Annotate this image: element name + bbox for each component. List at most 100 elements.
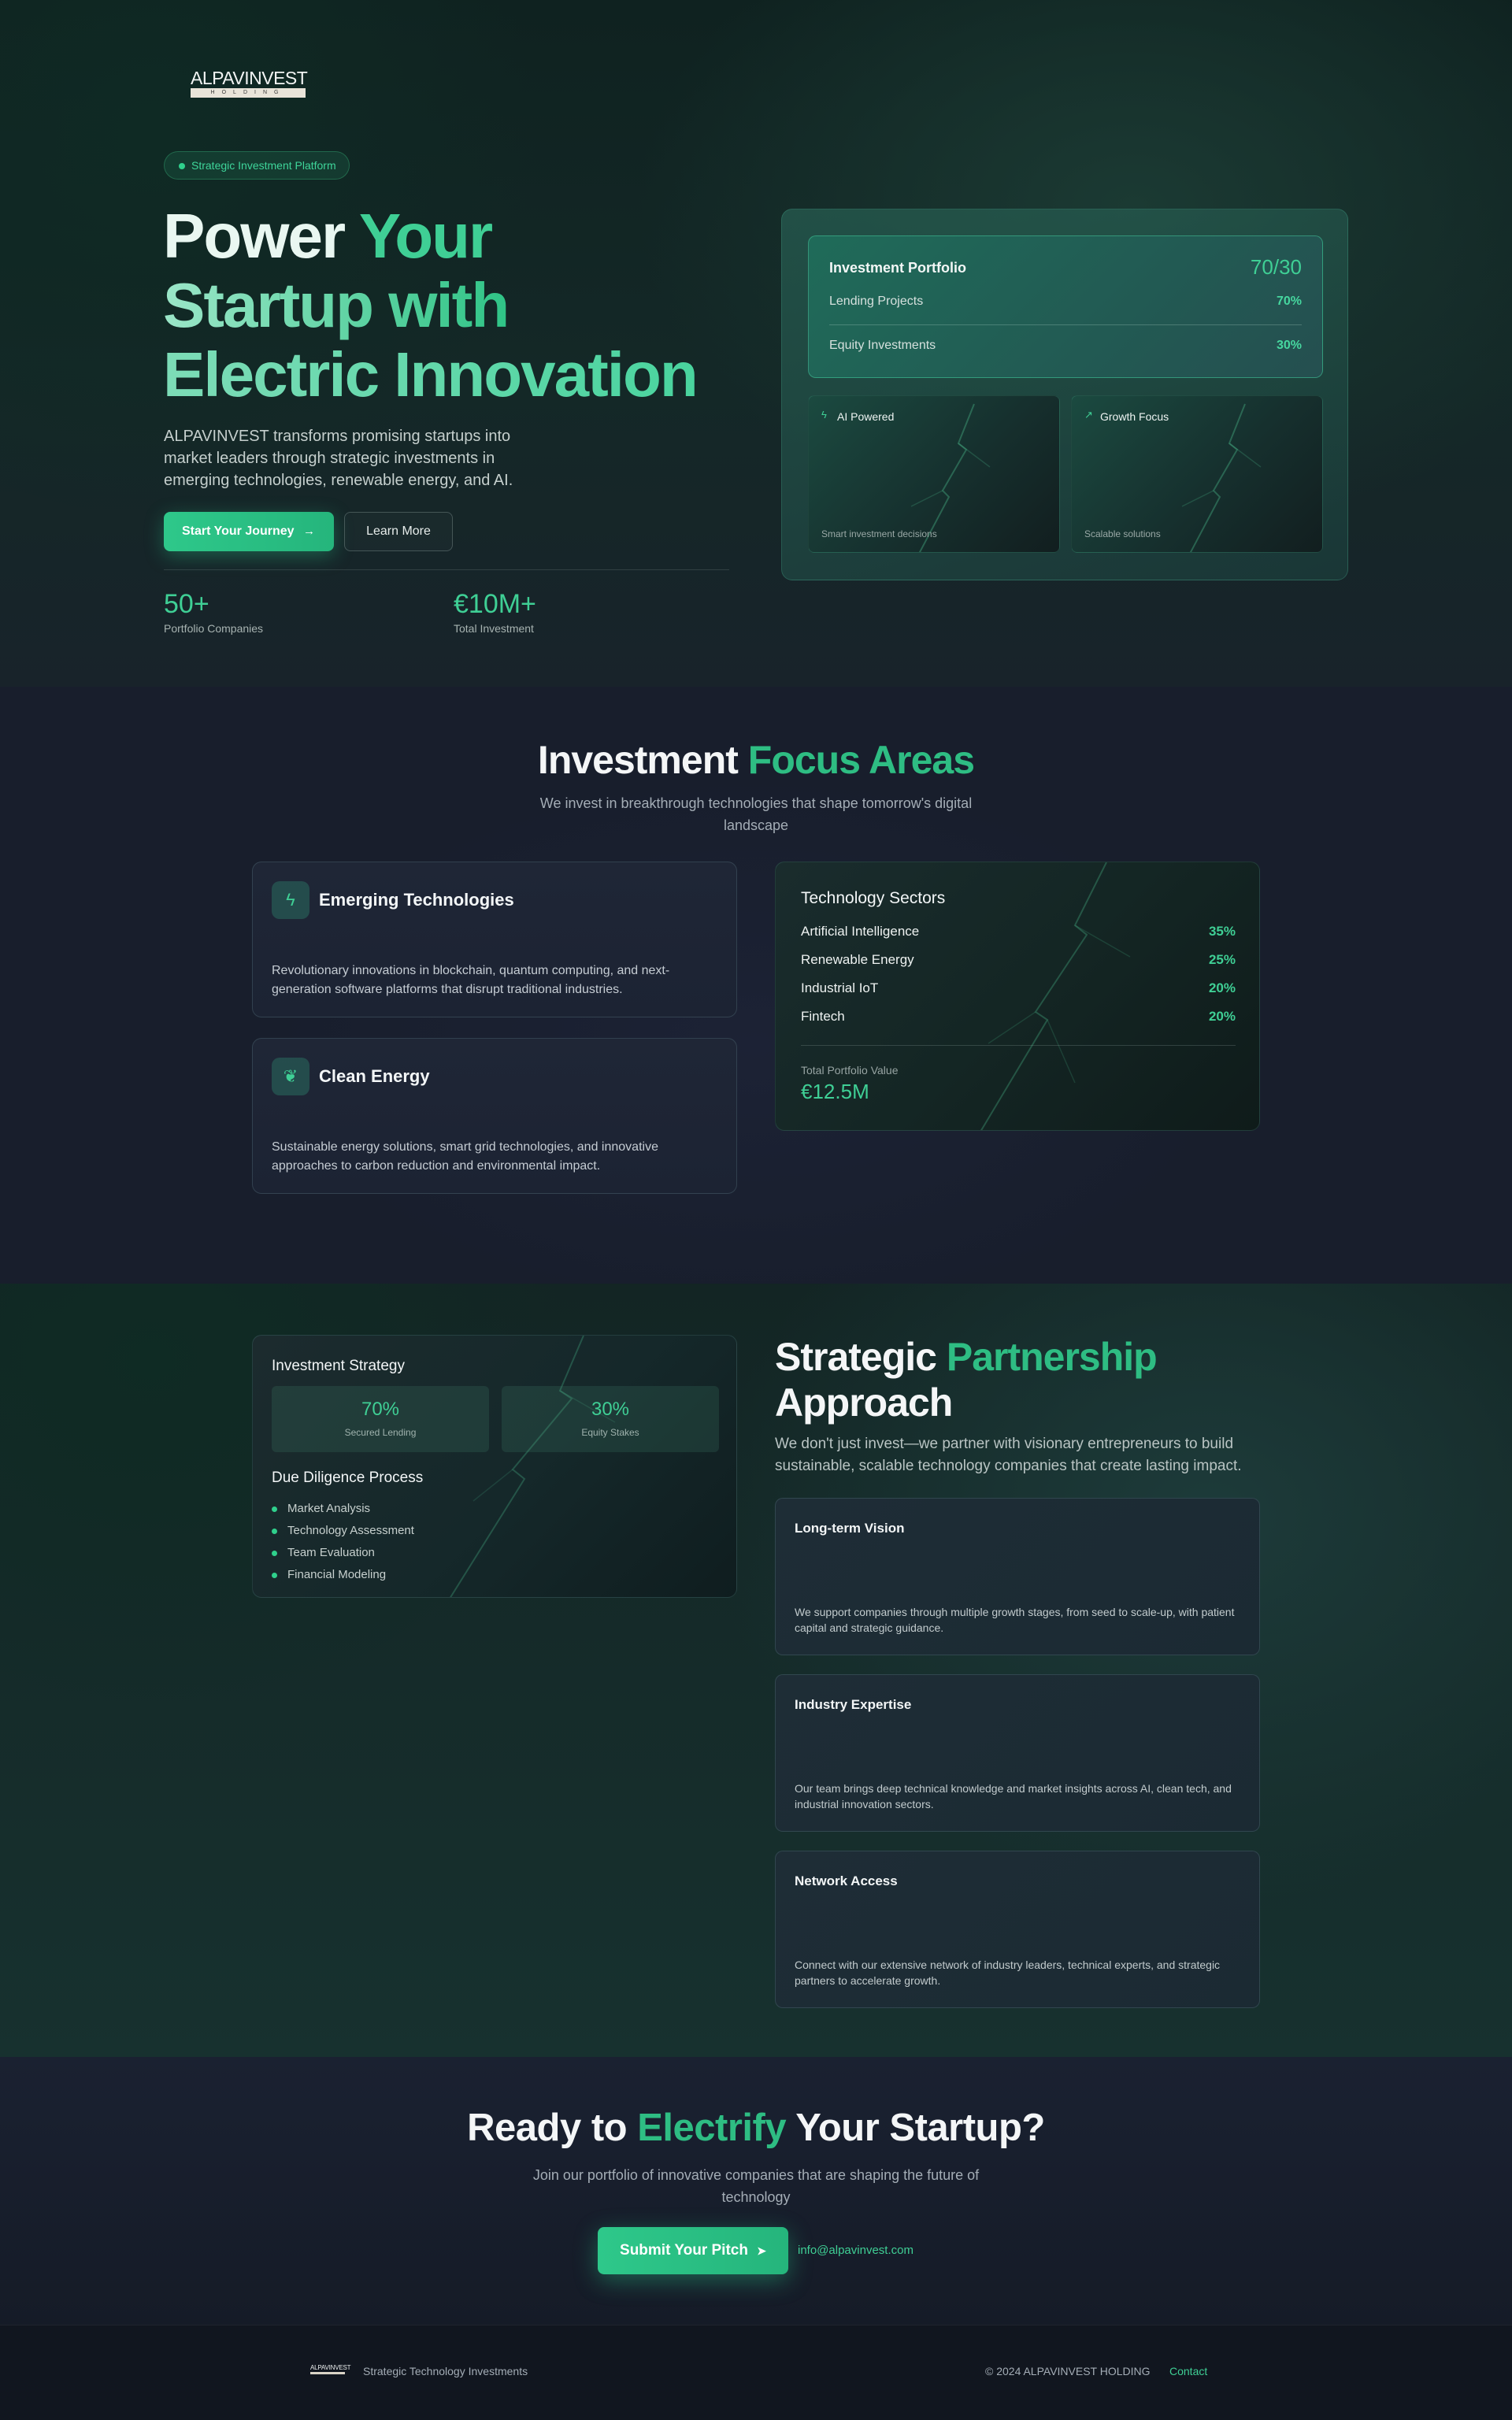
- sectors-divider: [801, 1045, 1236, 1046]
- arrow-right-icon: →: [303, 524, 315, 538]
- card-description: We support companies through multiple gr…: [795, 1606, 1235, 1634]
- start-journey-button[interactable]: Start Your Journey →: [164, 512, 334, 551]
- portfolio-row-equity: Equity Investments 30%: [829, 339, 1302, 358]
- card-title: Network Access: [795, 1873, 898, 1888]
- send-icon: ➤: [757, 2244, 766, 2257]
- partnership-title-highlight: Partnership: [946, 1335, 1158, 1379]
- hero-title: Power Your Startup with Electric Innovat…: [163, 202, 730, 410]
- portfolio-divider: [829, 324, 1302, 325]
- start-journey-label: Start Your Journey: [182, 524, 295, 538]
- sector-row: Fintech 20%: [801, 1009, 1236, 1028]
- stat-portfolio-companies: 50+ Portfolio Companies: [164, 589, 263, 635]
- investment-strategy-card: Investment Strategy 70% Secured Lending …: [252, 1335, 737, 1598]
- portfolio-row-label: Lending Projects: [829, 295, 924, 308]
- sector-row: Renewable Energy 25%: [801, 952, 1236, 971]
- tile-title: AI Powered: [837, 410, 895, 423]
- hero-title-part: Power: [163, 201, 359, 271]
- strategy-label: Secured Lending: [344, 1427, 417, 1438]
- trending-up-icon: ↗: [1084, 409, 1093, 421]
- partnership-description: We don't just invest—we partner with vis…: [775, 1436, 1242, 1474]
- due-diligence-title: Due Diligence Process: [272, 1469, 424, 1486]
- total-value-label: Total Portfolio Value: [801, 1064, 899, 1077]
- portfolio-row-value: 70%: [1276, 295, 1302, 308]
- logo-wordmark: ALPAVINVEST: [191, 68, 308, 88]
- hero-description: ALPAVINVEST transforms promising startup…: [164, 428, 513, 489]
- portfolio-title: Investment Portfolio: [829, 260, 967, 276]
- focus-title-highlight: Focus Areas: [747, 738, 975, 782]
- stat-total-investment: €10M+ Total Investment: [454, 589, 536, 635]
- footer: ALPAVINVEST Strategic Technology Investm…: [0, 2325, 1512, 2420]
- strategy-title: Investment Strategy: [272, 1358, 405, 1374]
- footer-logo-wordmark: ALPAVINVEST: [310, 2364, 351, 2371]
- list-item-label: Team Evaluation: [287, 1546, 375, 1559]
- growth-focus-tile: ↗ Growth Focus Scalable solutions: [1071, 395, 1323, 553]
- technology-sectors-card: Technology Sectors Artificial Intelligen…: [775, 862, 1260, 1131]
- strategy-label: Equity Stakes: [581, 1427, 639, 1438]
- cta-title-highlight: Electrify: [637, 2107, 787, 2149]
- tile-subtitle: Scalable solutions: [1084, 528, 1161, 539]
- tile-title: Growth Focus: [1100, 410, 1169, 423]
- emerging-technologies-card: ϟ Emerging Technologies Revolutionary in…: [252, 862, 737, 1017]
- long-term-vision-card: Long-term Vision We support companies th…: [775, 1498, 1260, 1655]
- badge-dot-icon: [179, 163, 185, 169]
- list-item-label: Market Analysis: [287, 1502, 371, 1515]
- network-access-card: Network Access Connect with our extensiv…: [775, 1851, 1260, 2008]
- focus-title: Investment Focus Areas: [0, 737, 1512, 783]
- leaf-icon: ❦: [272, 1058, 309, 1095]
- sector-row: Artificial Intelligence 35%: [801, 924, 1236, 943]
- list-item-label: Financial Modeling: [287, 1568, 387, 1581]
- card-description: Revolutionary innovations in blockchain,…: [272, 964, 670, 996]
- secured-lending-box: 70% Secured Lending: [272, 1386, 489, 1452]
- list-item-label: Technology Assessment: [287, 1524, 414, 1537]
- footer-copyright: © 2024 ALPAVINVEST HOLDING: [985, 2365, 1151, 2377]
- strategy-value: 70%: [361, 1399, 400, 1420]
- stat-value: €10M+: [454, 589, 536, 619]
- sector-label: Industrial IoT: [801, 980, 879, 995]
- cta-title: Ready to Electrify Your Startup?: [0, 2106, 1512, 2150]
- focus-areas-section: Investment Focus Areas We invest in brea…: [0, 687, 1512, 1284]
- ai-powered-tile: ϟ AI Powered Smart investment decisions: [808, 395, 1060, 553]
- stat-value: 50+: [164, 589, 209, 619]
- footer-logo[interactable]: ALPAVINVEST: [310, 2364, 351, 2374]
- cta-title-part: Your Startup?: [786, 2107, 1045, 2149]
- partnership-title-line2: Approach: [775, 1380, 953, 1425]
- portfolio-row-lending: Lending Projects 70%: [829, 295, 1302, 313]
- footer-contact-link[interactable]: Contact: [1169, 2365, 1207, 2377]
- bullet-icon: [272, 1551, 277, 1556]
- sector-value: 35%: [1208, 924, 1236, 939]
- bullet-icon: [272, 1506, 277, 1512]
- list-item: Team Evaluation: [272, 1542, 414, 1564]
- portfolio-row-label: Equity Investments: [829, 339, 936, 352]
- logo-subtitle: HOLDING: [191, 88, 306, 98]
- card-title: Industry Expertise: [795, 1697, 912, 1712]
- equity-stakes-box: 30% Equity Stakes: [502, 1386, 719, 1452]
- lightning-icon: ϟ: [272, 881, 309, 919]
- list-item: Financial Modeling: [272, 1564, 414, 1586]
- sector-value: 20%: [1208, 980, 1236, 995]
- tile-subtitle: Smart investment decisions: [821, 528, 937, 539]
- list-item: Technology Assessment: [272, 1520, 414, 1542]
- footer-logo-bar: [310, 2372, 345, 2374]
- focus-subtitle: We invest in breakthrough technologies t…: [539, 795, 973, 833]
- bullet-icon: [272, 1573, 277, 1578]
- card-title: Long-term Vision: [795, 1521, 905, 1536]
- hero-title-line3: Electric Innovation: [163, 339, 699, 410]
- card-title: Clean Energy: [319, 1066, 430, 1086]
- learn-more-button[interactable]: Learn More: [344, 512, 453, 551]
- email-link[interactable]: info@alpavinvest.com: [798, 2244, 914, 2257]
- stat-label: Portfolio Companies: [164, 622, 264, 635]
- industry-expertise-card: Industry Expertise Our team brings deep …: [775, 1674, 1260, 1832]
- partnership-title: Strategic Partnership Approach: [775, 1334, 1279, 1425]
- card-description: Connect with our extensive network of in…: [795, 1959, 1221, 1987]
- strategy-value: 30%: [591, 1399, 630, 1420]
- submit-pitch-button[interactable]: Submit Your Pitch ➤: [598, 2227, 788, 2274]
- total-value: €12.5M: [801, 1080, 869, 1103]
- hero-title-highlight: Your: [358, 201, 493, 271]
- card-description: Our team brings deep technical knowledge…: [795, 1782, 1232, 1810]
- sector-label: Artificial Intelligence: [801, 924, 920, 939]
- brand-logo[interactable]: ALPAVINVEST HOLDING: [191, 68, 308, 98]
- cta-section: Ready to Electrify Your Startup? Join ou…: [0, 2057, 1512, 2325]
- sectors-title: Technology Sectors: [801, 889, 946, 907]
- portfolio-panel: Investment Portfolio 70/30 Lending Proje…: [781, 209, 1348, 580]
- sector-value: 25%: [1208, 952, 1236, 967]
